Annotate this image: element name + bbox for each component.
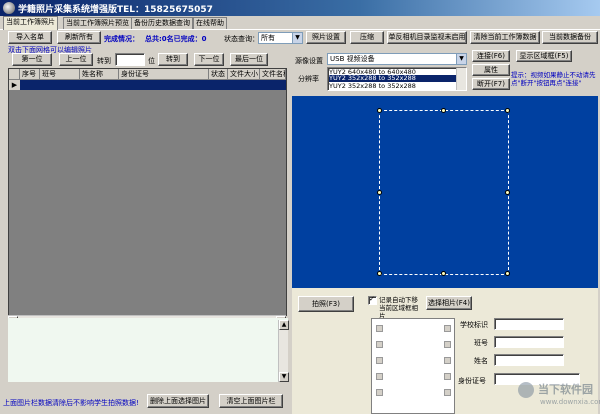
tab-current-workbook-photo[interactable]: 当前工作簿照片 xyxy=(3,16,58,30)
clear-image-strip-button[interactable]: 清空上面图片栏 xyxy=(219,394,283,408)
connect-button[interactable]: 连接(F6) xyxy=(472,50,510,62)
column-header-name[interactable]: 姓名称 xyxy=(80,69,119,80)
scroll-up-icon[interactable]: ▲ xyxy=(279,320,289,330)
resize-handle-bottom[interactable] xyxy=(441,271,446,276)
resolution-list-scrollbar[interactable] xyxy=(456,68,466,90)
column-header-status[interactable]: 状态 xyxy=(209,69,228,80)
video-tip-text: 提示：视频如果静止不动请先点"断开"按钮再点"连接" xyxy=(511,71,596,87)
status-query-label: 状态查询： xyxy=(224,35,259,43)
refresh-all-button[interactable]: 刷新所有 xyxy=(57,31,101,44)
class-label: 班号 xyxy=(474,339,488,347)
import-list-button[interactable]: 导入名单 xyxy=(8,31,52,44)
grid-corner xyxy=(9,69,20,80)
photo-strip-area[interactable] xyxy=(8,318,288,382)
film-hole-icon xyxy=(376,341,383,348)
position-suffix: 位 xyxy=(148,57,155,65)
name-field[interactable] xyxy=(494,354,564,366)
status-query-value: 所有 xyxy=(261,34,275,42)
watermark-url: www.downxia.com xyxy=(540,398,600,406)
status-query-select[interactable]: 所有 ▼ xyxy=(258,32,303,44)
strip-vertical-scrollbar[interactable]: ▲ ▼ xyxy=(278,320,289,382)
properties-button[interactable]: 属性 xyxy=(472,64,510,76)
column-header-filesize[interactable]: 文件大小 xyxy=(228,69,260,80)
disconnect-button[interactable]: 断开(F7) xyxy=(472,78,510,90)
select-photo-button[interactable]: 选择相片(F4) xyxy=(426,296,472,310)
clear-workbook-button[interactable]: 清除当前工作簿数据 xyxy=(470,31,540,44)
show-area-frame-button[interactable]: 显示区域框(F5) xyxy=(516,50,572,62)
prev-record-button[interactable]: 上一位 xyxy=(59,53,93,66)
compress-button[interactable]: 压缩 xyxy=(350,31,384,44)
video-source-value: USB 视频设备 xyxy=(330,55,375,63)
crop-area-frame[interactable] xyxy=(377,108,510,276)
resolution-list[interactable]: YUY2 640x480 to 640x480 YUY2 352x288 to … xyxy=(327,67,467,91)
resize-handle-left[interactable] xyxy=(377,190,382,195)
watermark-logo-icon xyxy=(518,382,534,398)
first-record-button[interactable]: 第一位 xyxy=(12,53,52,66)
resize-handle-top-left[interactable] xyxy=(377,108,382,113)
film-hole-icon xyxy=(444,357,451,364)
chevron-down-icon: ▼ xyxy=(292,33,302,43)
title-bar: 学籍照片采集系统增强版TEL：15825675057 xyxy=(0,0,600,16)
resize-handle-right[interactable] xyxy=(505,190,510,195)
completion-label: 完成情况： xyxy=(104,35,139,43)
auto-next-label: 记录自动下移当前区域框相片 xyxy=(379,296,418,320)
goto-position-input[interactable] xyxy=(115,53,145,66)
column-header-class[interactable]: 班号 xyxy=(40,69,80,80)
column-header-filename[interactable]: 文件名称 xyxy=(260,69,286,80)
resolution-option-selected[interactable]: YUY2 352x288 to 352x288 xyxy=(329,75,457,82)
school-id-field[interactable] xyxy=(494,318,564,330)
resize-handle-top[interactable] xyxy=(441,108,446,113)
window-title: 学籍照片采集系统增强版TEL：15825675057 xyxy=(18,5,213,15)
film-hole-icon xyxy=(376,389,383,396)
scroll-down-icon[interactable]: ▼ xyxy=(279,372,289,382)
selected-row[interactable] xyxy=(20,80,286,90)
next-record-button[interactable]: 下一位 xyxy=(194,53,224,66)
resize-handle-top-right[interactable] xyxy=(505,108,510,113)
film-hole-icon xyxy=(376,357,383,364)
film-hole-icon xyxy=(376,325,383,332)
resize-handle-bottom-right[interactable] xyxy=(505,271,510,276)
resize-handle-bottom-left[interactable] xyxy=(377,271,382,276)
school-id-label: 学校标识 xyxy=(460,321,488,329)
tab-backup-history-query[interactable]: 备份历史数据查询 xyxy=(131,17,193,29)
camera-monitor-button[interactable]: 单反相机目录监视未启用 xyxy=(387,31,467,44)
resolution-option[interactable]: YUY2 352x288 to 352x288 xyxy=(329,82,416,90)
strip-reminder-text: 上面图片栏数据清除后不影响学生拍照数据! xyxy=(3,399,139,407)
chevron-down-icon: ▼ xyxy=(456,54,466,64)
name-label: 姓名 xyxy=(474,357,488,365)
film-hole-icon xyxy=(444,373,451,380)
app-icon xyxy=(3,2,15,14)
goto-label: 转到 xyxy=(97,57,111,65)
take-photo-button[interactable]: 拍照(F3) xyxy=(298,296,354,312)
id-number-label: 身份证号 xyxy=(458,377,486,385)
film-hole-icon xyxy=(444,325,451,332)
site-watermark: 当下软件园 www.downxia.com xyxy=(518,378,600,412)
resolution-label: 分辨率 xyxy=(298,75,319,83)
photo-settings-button[interactable]: 照片设置 xyxy=(306,31,346,44)
film-hole-icon xyxy=(444,341,451,348)
backup-data-button[interactable]: 当前数据备份 xyxy=(542,31,598,44)
jump-button[interactable]: 转到 xyxy=(158,53,188,66)
student-grid[interactable]: 序号 班号 姓名称 身份证号 状态 文件大小 文件名称 ▶ xyxy=(8,68,287,316)
checkmark-icon: ✓ xyxy=(369,295,375,303)
tab-workbook-photo-preview[interactable]: 当前工作簿照片预览 xyxy=(63,17,132,29)
tab-online-help[interactable]: 在线帮助 xyxy=(193,17,227,29)
column-header-id[interactable]: 身份证号 xyxy=(119,69,209,80)
auto-next-checkbox[interactable]: ✓ xyxy=(368,295,377,305)
column-header-index[interactable]: 序号 xyxy=(20,69,40,80)
last-record-button[interactable]: 最后一位 xyxy=(230,53,268,66)
video-source-select[interactable]: USB 视频设备 ▼ xyxy=(327,53,467,65)
delete-selected-image-button[interactable]: 删除上面选择图片 xyxy=(147,394,209,408)
completion-value: 总共:0名已完成：0 xyxy=(145,35,207,43)
film-hole-icon xyxy=(376,373,383,380)
watermark-site-name: 当下软件园 xyxy=(538,383,593,396)
source-setting-label: 源像设置 xyxy=(295,57,323,65)
film-hole-icon xyxy=(444,389,451,396)
class-field[interactable] xyxy=(494,336,564,348)
thumbnail-filmstrip[interactable] xyxy=(371,318,455,414)
tab-divider xyxy=(0,29,600,30)
